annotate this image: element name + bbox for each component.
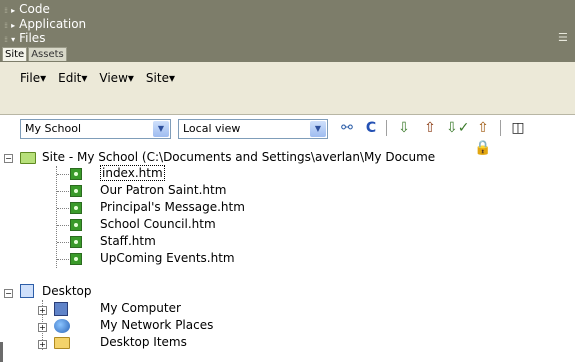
- html-file-icon: [70, 219, 82, 231]
- collapse-icon[interactable]: −: [4, 289, 13, 298]
- tree-item-file[interactable]: index.htm: [100, 165, 165, 181]
- tree-guide: [57, 191, 69, 192]
- menu-edit[interactable]: Edit▾: [58, 71, 87, 85]
- menu-view[interactable]: View▾: [99, 71, 134, 85]
- tree-item-file[interactable]: Principal's Message.htm: [100, 200, 245, 215]
- options-menu-icon[interactable]: ☰: [558, 31, 568, 44]
- panel-group-files[interactable]: ⁞⁞ ▾ Files: [4, 31, 45, 45]
- html-file-icon: [70, 236, 82, 248]
- expand-plus-icon[interactable]: +: [38, 306, 47, 315]
- view-select[interactable]: Local view ▼: [178, 119, 328, 139]
- tree-guide: [57, 259, 69, 260]
- tree-item-file[interactable]: Our Patron Saint.htm: [100, 183, 226, 198]
- menu-arrow-icon: ▾: [40, 71, 47, 85]
- check-out-icon[interactable]: ⇩✓: [446, 118, 469, 138]
- menu-label: Edit: [58, 71, 82, 85]
- files-panel-header: ⁞⁞ ▸ Code ⁞⁞ ▸ Application ⁞⁞ ▾ Files ☰ Site A…: [0, 0, 575, 62]
- panel-group-label: Files: [19, 31, 46, 45]
- network-icon: [54, 319, 70, 333]
- tree-guide: [57, 208, 69, 209]
- tree-item-my-computer[interactable]: My Computer: [100, 301, 181, 316]
- menu-arrow-icon: ▾: [168, 71, 175, 85]
- menu-list: File▾ Edit▾ View▾ Site▾: [20, 71, 175, 85]
- panel-group-label: Application: [19, 17, 87, 31]
- html-file-icon: [70, 253, 82, 265]
- menu-file[interactable]: File▾: [20, 71, 46, 85]
- computer-icon: [54, 302, 68, 316]
- menu-label: View: [99, 71, 128, 85]
- tree-guide: [57, 174, 69, 175]
- menu-label: File: [20, 71, 41, 85]
- check-in-icon[interactable]: ⇧🔒: [472, 118, 494, 156]
- expand-plus-icon[interactable]: +: [38, 340, 47, 349]
- tree-item-label: index.htm: [100, 165, 165, 181]
- put-icon[interactable]: ⇧: [421, 118, 439, 138]
- menu-arrow-icon: ▾: [81, 71, 88, 85]
- tree-item-file[interactable]: UpComing Events.htm: [100, 251, 235, 266]
- tree-item-file[interactable]: School Council.htm: [100, 217, 216, 232]
- menu-label: Site: [145, 71, 169, 85]
- grip-icon: ⁞⁞: [4, 21, 8, 30]
- get-icon[interactable]: ⇩: [395, 118, 413, 138]
- collapse-icon[interactable]: −: [4, 154, 13, 163]
- chevron-down-icon[interactable]: ▼: [153, 121, 169, 137]
- tree-guide: [57, 242, 69, 243]
- refresh-icon[interactable]: C: [362, 118, 380, 138]
- menu-arrow-icon: ▾: [127, 71, 134, 85]
- panel-tabs: Site Assets: [2, 47, 67, 61]
- grip-icon: ⁞⁞: [4, 35, 8, 44]
- toolbar-separator: [386, 120, 387, 136]
- tree-item-site-root[interactable]: Site - My School (C:\Documents and Setti…: [42, 150, 435, 165]
- grip-icon: ⁞⁞: [4, 6, 8, 15]
- connect-icon[interactable]: ⚯: [336, 118, 358, 138]
- expand-plus-icon[interactable]: +: [38, 323, 47, 332]
- files-menubar: File▾ Edit▾ View▾ Site▾: [0, 62, 575, 115]
- tab-assets[interactable]: Assets: [28, 47, 67, 61]
- collapse-arrow-icon: ▾: [11, 35, 16, 44]
- view-select-value: Local view: [183, 122, 241, 135]
- tree-item-desktop[interactable]: Desktop: [42, 284, 92, 299]
- tree-item-network-places[interactable]: My Network Places: [100, 318, 213, 333]
- tree-guide: [57, 225, 69, 226]
- html-file-icon: [70, 202, 82, 214]
- expand-arrow-icon: ▸: [11, 6, 16, 15]
- panel-group-application[interactable]: ⁞⁞ ▸ Application: [4, 17, 86, 31]
- html-file-icon: [70, 185, 82, 197]
- chevron-down-icon[interactable]: ▼: [310, 121, 326, 137]
- folder-icon: [54, 337, 70, 349]
- site-select[interactable]: My School ▼: [20, 119, 171, 139]
- tree-item-desktop-items[interactable]: Desktop Items: [100, 335, 187, 350]
- tree-guide: [56, 166, 57, 268]
- expand-arrow-icon: ▸: [11, 21, 16, 30]
- panel-edge: [0, 342, 3, 362]
- tab-site[interactable]: Site: [2, 47, 28, 61]
- site-folder-icon: [20, 152, 36, 164]
- desktop-icon: [20, 284, 34, 298]
- expand-icon[interactable]: ◫: [509, 118, 527, 138]
- site-select-value: My School: [25, 122, 82, 135]
- tree-item-file[interactable]: Staff.htm: [100, 234, 156, 249]
- panel-group-label: Code: [19, 2, 50, 16]
- menu-site[interactable]: Site▾: [146, 71, 175, 85]
- html-file-icon: [70, 168, 82, 180]
- file-tree: − Site - My School (C:\Documents and Set…: [0, 150, 575, 362]
- panel-group-code[interactable]: ⁞⁞ ▸ Code: [4, 2, 50, 16]
- toolbar-separator: [500, 120, 501, 136]
